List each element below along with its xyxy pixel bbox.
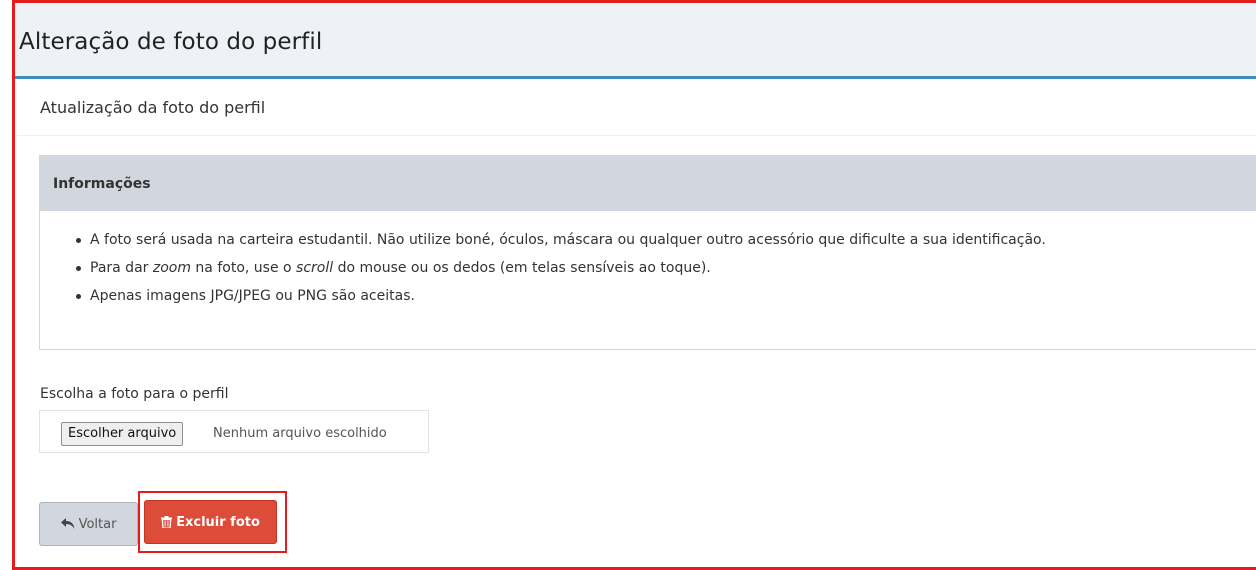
list-item: A foto será usada na carteira estudantil…: [76, 230, 1046, 258]
trash-icon: [161, 516, 173, 528]
back-button[interactable]: Voltar: [39, 502, 138, 546]
file-input: Escolher arquivo Nenhum arquivo escolhid…: [39, 410, 429, 453]
list-item: Apenas imagens JPG/JPEG ou PNG são aceit…: [76, 286, 1046, 314]
delete-button-label: Excluir foto: [176, 514, 260, 530]
file-status: Nenhum arquivo escolhido: [213, 426, 387, 441]
section-subtitle: Atualização da foto do perfil: [40, 98, 266, 117]
reply-icon: [60, 518, 75, 530]
info-panel-header: Informações: [40, 156, 1256, 211]
divider: [15, 135, 1256, 136]
list-item: Para dar zoom na foto, use o scroll do m…: [76, 258, 1046, 286]
choose-file-button[interactable]: Escolher arquivo: [61, 422, 184, 446]
page-header: Alteração de foto do perfil: [15, 3, 1256, 79]
photo-field-label: Escolha a foto para o perfil: [40, 386, 229, 402]
info-panel-title: Informações: [53, 176, 151, 192]
info-list: A foto será usada na carteira estudantil…: [76, 230, 1046, 314]
info-panel: Informações A foto será usada na carteir…: [39, 155, 1256, 350]
page-title: Alteração de foto do perfil: [19, 29, 323, 55]
delete-photo-button[interactable]: Excluir foto: [144, 500, 277, 544]
back-button-label: Voltar: [78, 516, 117, 532]
